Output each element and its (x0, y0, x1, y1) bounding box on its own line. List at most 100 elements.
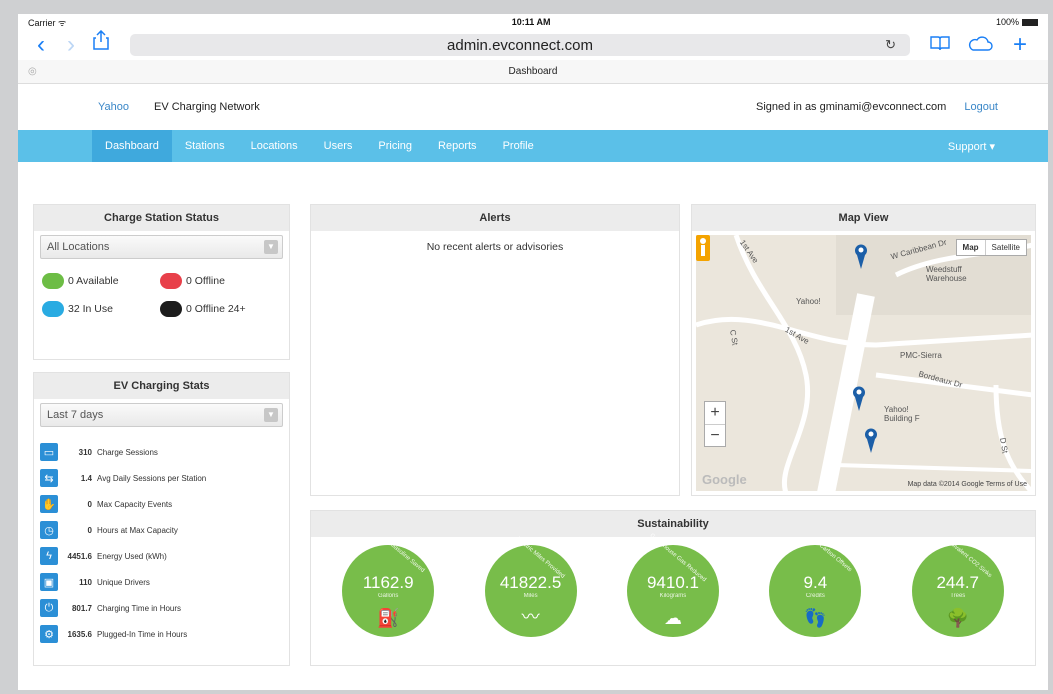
hand-icon: ✋ (40, 495, 58, 513)
stat-row: ▭ 310 Charge Sessions (34, 439, 289, 465)
map-type-map-button[interactable]: Map (957, 240, 986, 255)
map-type-toggle: Map Satellite (955, 239, 1027, 256)
site-header: Yahoo EV Charging Network Signed in as g… (18, 84, 1048, 130)
stat-row: ▣ 110 Unique Drivers (34, 569, 289, 595)
blue-dot-icon (42, 301, 64, 317)
forward-icon[interactable]: › (56, 30, 86, 60)
location-select[interactable]: All Locations ▼ (40, 235, 283, 259)
status-available: 0 Available (42, 273, 160, 289)
icloud-icon[interactable] (960, 34, 1000, 57)
nav-pricing[interactable]: Pricing (365, 130, 425, 162)
zoom-out-button[interactable]: − (705, 424, 725, 446)
station-icon: ⇆ (40, 469, 58, 487)
plug-icon: ⏻ (40, 599, 58, 617)
nav-support-dropdown[interactable]: Support ▾ (935, 130, 1008, 162)
place-label: Yahoo! Building F (884, 405, 920, 423)
panel-title: Sustainability (311, 511, 1035, 537)
logout-link[interactable]: Logout (964, 101, 998, 113)
ios-status-bar: Carrier ᯤ 10:11 AM 100% (18, 14, 1048, 30)
fuel-pump-icon: ⛽ (376, 608, 400, 628)
sustainability-metrics: Gasoline Saved 1162.9 Gallons ⛽ Electric… (311, 533, 1035, 637)
pegman-icon[interactable] (696, 235, 710, 261)
url-text: admin.evconnect.com (447, 36, 593, 54)
chevron-down-icon: ▼ (264, 240, 278, 254)
plugged-icon: ⚙ (40, 625, 58, 643)
red-dot-icon (160, 273, 182, 289)
co2-sinks-badge: Equivalent CO2 Sinks 244.7 Trees 🌳 (911, 537, 1004, 637)
place-label: Weedstuff Warehouse (926, 265, 967, 283)
safari-toolbar: ‹ › admin.evconnect.com ↻ + (18, 29, 1048, 61)
carrier-label: Carrier ᯤ (28, 17, 67, 28)
footprint-icon: 👣 (804, 608, 827, 628)
ev-charging-stats-panel: EV Charging Stats Last 7 days ▼ ▭ 310 Char… (33, 372, 290, 666)
map-pin-icon[interactable] (854, 243, 868, 269)
black-dot-icon (160, 301, 182, 317)
panel-title: Map View (692, 205, 1035, 231)
green-dot-icon (42, 273, 64, 289)
exhaust-icon: ☁ (663, 608, 682, 628)
driver-icon: ▣ (40, 573, 58, 591)
electric-miles-badge: Electric Miles Provided 41822.5 Miles 〰 (484, 536, 577, 637)
stats-list: ▭ 310 Charge Sessions ⇆ 1.4 Avg Daily Sessio… (34, 431, 289, 647)
map-type-satellite-button[interactable]: Satellite (986, 240, 1026, 255)
map-pin-icon[interactable] (864, 427, 878, 453)
place-label: Yahoo! (796, 297, 821, 306)
status-legend: 0 Available 0 Offline 32 In Use 0 Offlin… (34, 263, 289, 327)
nav-locations[interactable]: Locations (238, 130, 311, 162)
nav-profile[interactable]: Profile (490, 130, 547, 162)
carbon-offsets-badge: Carbon Offsets 9.4 Credits 👣 (769, 543, 862, 637)
nav-dashboard[interactable]: Dashboard (92, 130, 172, 162)
brand-name[interactable]: EV Charging Network (154, 101, 260, 113)
stat-row: ⏻ 801.7 Charging Time in Hours (34, 595, 289, 621)
stat-row: ✋ 0 Max Capacity Events (34, 491, 289, 517)
battery-indicator: 100% (996, 17, 1038, 27)
chevron-down-icon: ▼ (264, 408, 278, 422)
browser-screen: Carrier ᯤ 10:11 AM 100% ‹ › admin.evconn… (18, 14, 1048, 690)
share-icon[interactable] (86, 29, 116, 61)
gasoline-saved-badge: Gasoline Saved 1162.9 Gallons ⛽ (342, 542, 435, 637)
reader-icon[interactable]: ◎ (28, 66, 37, 77)
period-select[interactable]: Last 7 days ▼ (40, 403, 283, 427)
map-attribution[interactable]: Map data ©2014 Google Terms of Use (908, 481, 1027, 488)
battery-icon (1022, 19, 1038, 27)
greenhouse-gas-badge: Greenhouse Gas Reduced 9410.1 Kilograms … (626, 533, 719, 637)
nav-users[interactable]: Users (311, 130, 366, 162)
tab-bar: ◎ Dashboard (18, 60, 1048, 84)
zoom-control: + − (704, 401, 726, 447)
new-tab-icon[interactable]: + (1000, 31, 1040, 59)
stat-row: ⚙ 1635.6 Plugged-In Time in Hours (34, 621, 289, 647)
bolt-icon: ϟ (40, 547, 58, 565)
back-icon[interactable]: ‹ (26, 30, 56, 60)
status-offline-24: 0 Offline 24+ (160, 301, 280, 317)
panel-title: Charge Station Status (34, 205, 289, 231)
reload-icon[interactable]: ↻ (885, 37, 896, 53)
yahoo-link[interactable]: Yahoo (98, 101, 154, 113)
tab-title[interactable]: Dashboard (509, 66, 558, 77)
nav-reports[interactable]: Reports (425, 130, 490, 162)
place-label: PMC-Sierra (900, 351, 942, 360)
bookmarks-icon[interactable] (920, 34, 960, 57)
status-offline: 0 Offline (160, 273, 280, 289)
panel-title: EV Charging Stats (34, 373, 289, 399)
status-in-use: 32 In Use (42, 301, 160, 317)
alerts-message: No recent alerts or advisories (426, 241, 564, 253)
map-pin-icon[interactable] (852, 385, 866, 411)
clock-label: 10:11 AM (511, 17, 551, 27)
google-logo: Google (702, 472, 747, 487)
main-nav: Dashboard Stations Locations Users Prici… (18, 130, 1048, 162)
panel-title: Alerts (311, 205, 679, 231)
alerts-panel: Alerts No recent alerts or advisories (310, 204, 680, 496)
zoom-in-button[interactable]: + (705, 402, 725, 424)
road-icon: 〰 (521, 607, 540, 627)
map-view-panel: Map View 1st Ave W Caribbean Dr C St Wee… (691, 204, 1036, 496)
map-canvas[interactable]: 1st Ave W Caribbean Dr C St Weedstuff Wa… (696, 235, 1031, 491)
ipad-frame: Carrier ᯤ 10:11 AM 100% ‹ › admin.evconn… (0, 0, 1053, 694)
nav-stations[interactable]: Stations (172, 130, 238, 162)
stat-row: ϟ 4451.6 Energy Used (kWh) (34, 543, 289, 569)
clock-icon: ◷ (40, 521, 58, 539)
tree-icon: 🌳 (946, 608, 969, 628)
address-bar[interactable]: admin.evconnect.com ↻ (130, 34, 910, 56)
signed-in-label: Signed in as gminami@evconnect.com (756, 101, 947, 113)
stat-row: ◷ 0 Hours at Max Capacity (34, 517, 289, 543)
sustainability-panel: Sustainability Gasoline Saved 1162.9 Gal… (310, 510, 1036, 666)
